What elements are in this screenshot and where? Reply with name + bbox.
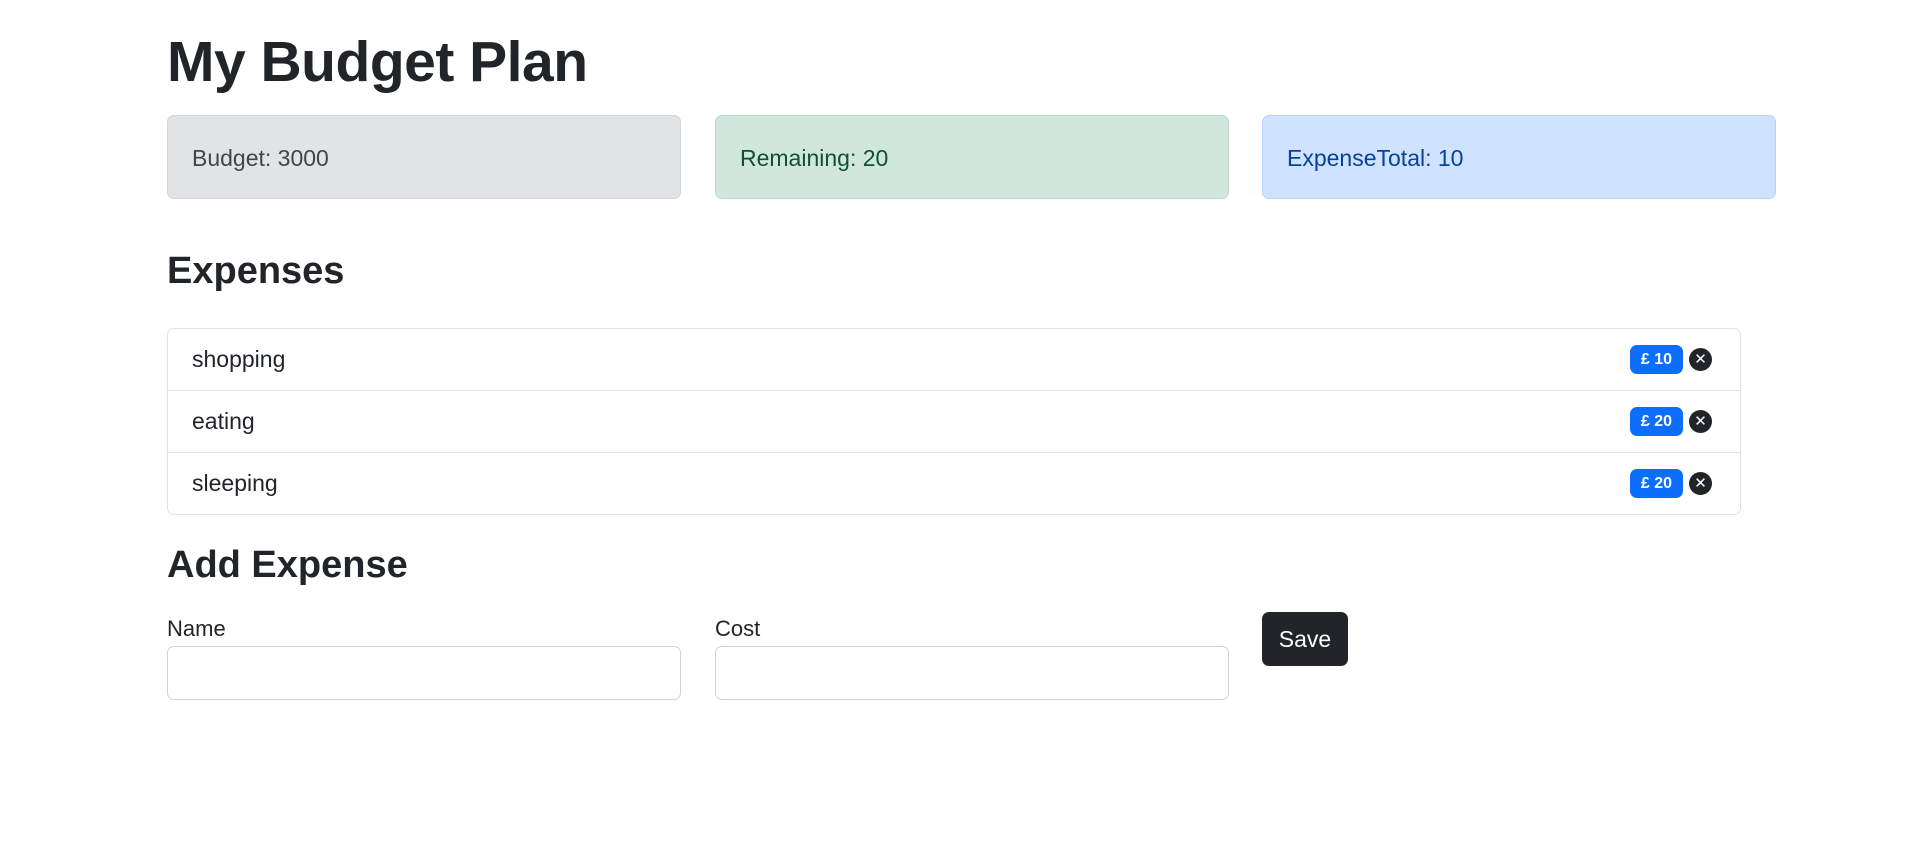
budget-card: Budget: 3000 bbox=[167, 115, 681, 199]
expense-list: shopping £ 10 ✕ eating £ 20 ✕ sleeping £… bbox=[167, 328, 1741, 515]
expense-actions: £ 20 ✕ bbox=[1629, 407, 1740, 436]
save-button[interactable]: Save bbox=[1262, 612, 1348, 666]
cost-badge: £ 20 bbox=[1629, 407, 1683, 436]
expense-actions: £ 20 ✕ bbox=[1629, 469, 1740, 498]
expense-item: eating £ 20 ✕ bbox=[168, 391, 1740, 453]
expense-total-card: ExpenseTotal: 10 bbox=[1262, 115, 1776, 199]
cost-input[interactable] bbox=[715, 646, 1229, 700]
remaining-card: Remaining: 20 bbox=[715, 115, 1229, 199]
name-label: Name bbox=[167, 616, 226, 641]
add-expense-heading: Add Expense bbox=[167, 544, 408, 586]
expenses-heading: Expenses bbox=[167, 250, 345, 292]
page-title: My Budget Plan bbox=[167, 30, 588, 94]
cost-label: Cost bbox=[715, 616, 761, 641]
expense-item: shopping £ 10 ✕ bbox=[168, 329, 1740, 391]
delete-icon[interactable]: ✕ bbox=[1689, 472, 1712, 495]
expense-name: sleeping bbox=[192, 470, 278, 496]
expense-actions: £ 10 ✕ bbox=[1629, 345, 1740, 374]
expense-item: sleeping £ 20 ✕ bbox=[168, 453, 1740, 514]
delete-icon[interactable]: ✕ bbox=[1689, 348, 1712, 371]
expense-name: shopping bbox=[192, 346, 286, 372]
expense-name: eating bbox=[192, 408, 255, 434]
delete-icon[interactable]: ✕ bbox=[1689, 410, 1712, 433]
name-input[interactable] bbox=[167, 646, 681, 700]
cost-badge: £ 10 bbox=[1629, 345, 1683, 374]
cost-badge: £ 20 bbox=[1629, 469, 1683, 498]
